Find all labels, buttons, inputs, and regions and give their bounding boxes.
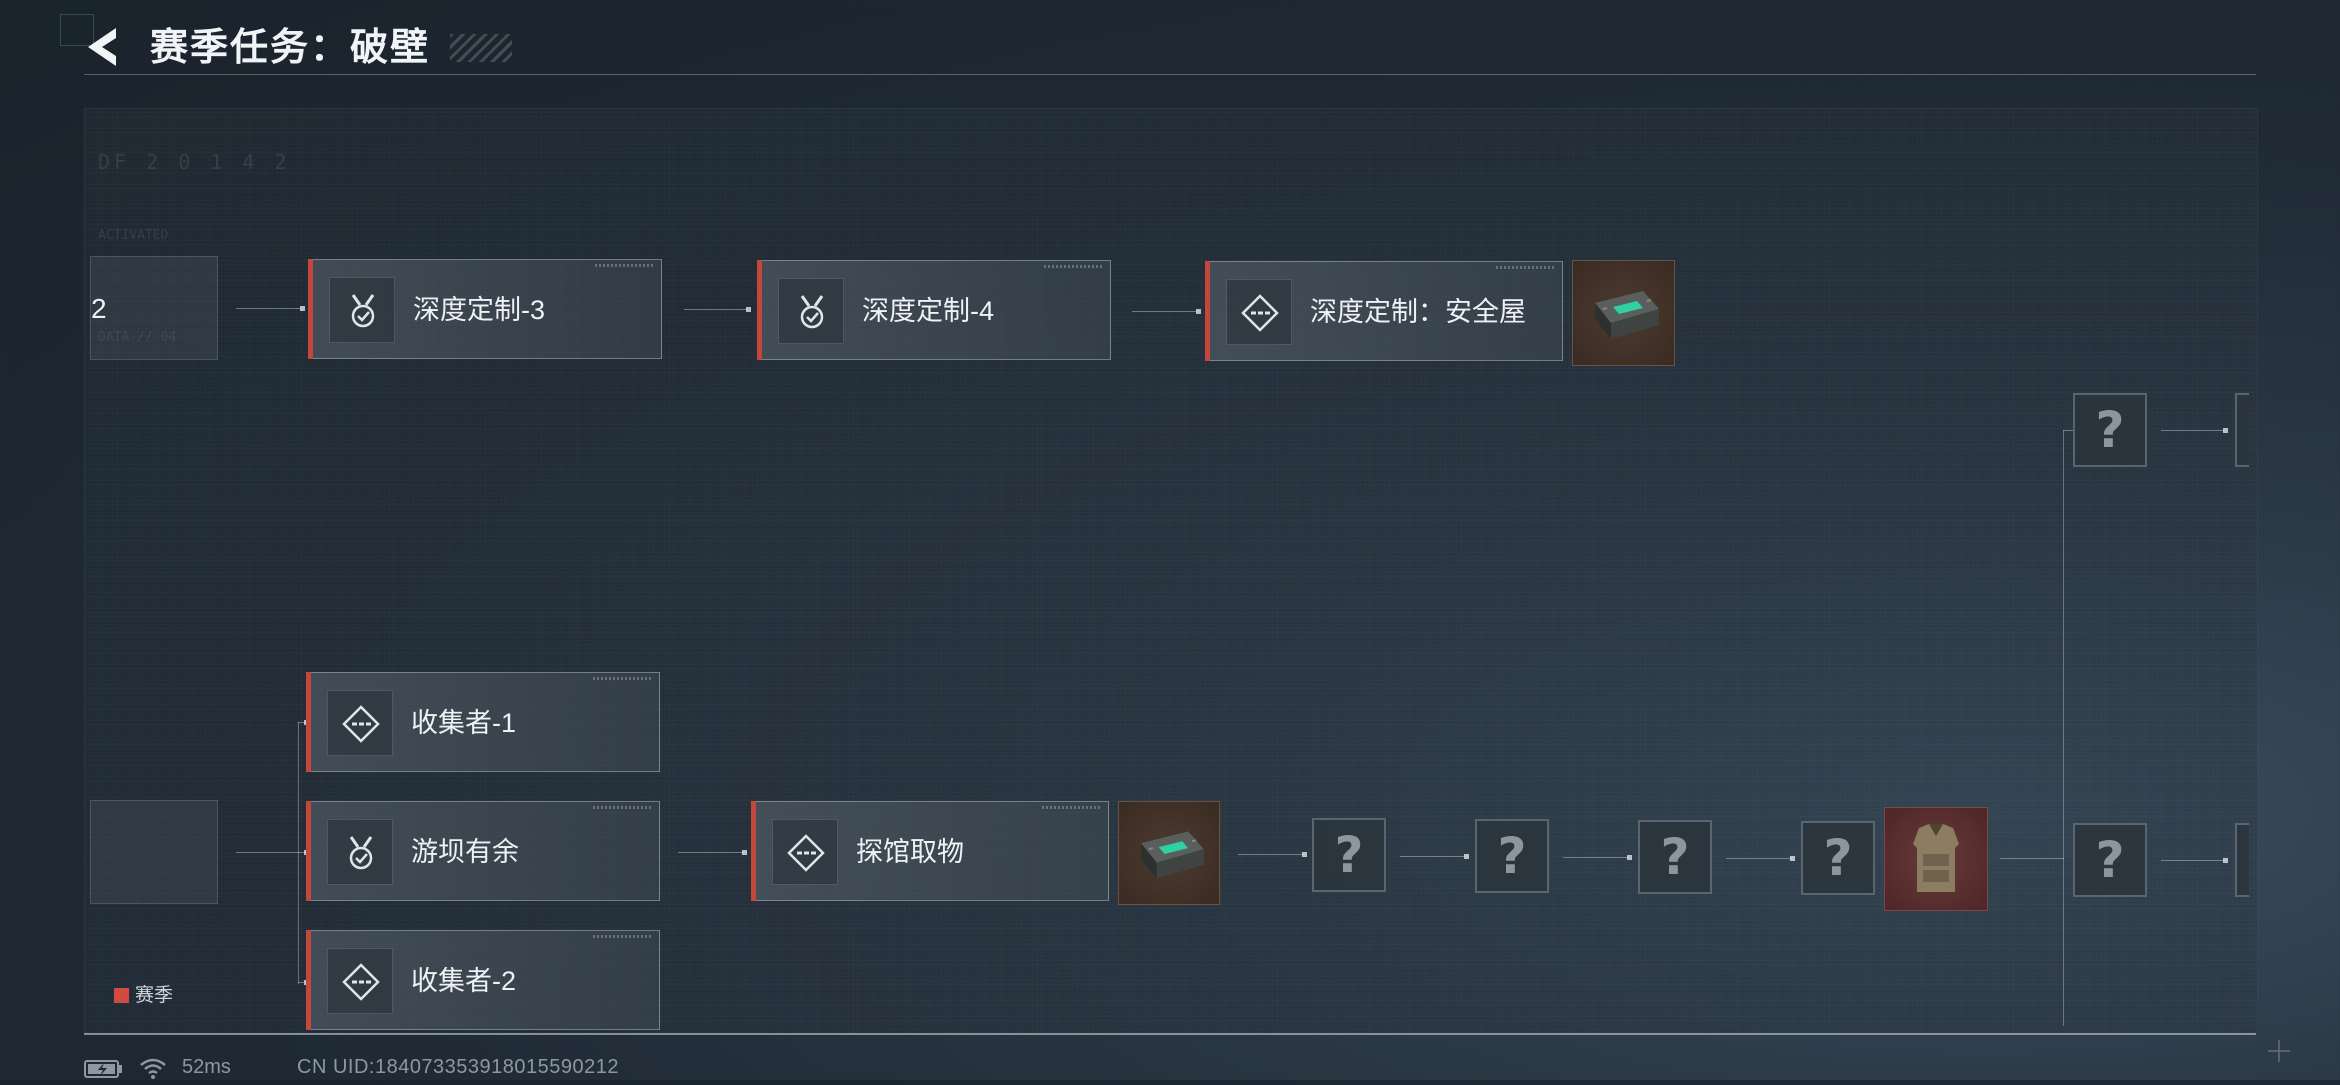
locked-task-node[interactable]: ? [2073,823,2147,897]
connector [298,850,309,855]
locked-task-node[interactable]: ? [1475,819,1549,893]
diamond-dash-icon [327,690,393,756]
offscreen-task-node[interactable] [2235,393,2249,467]
user-uid: CN UID:184073353918015590212 [297,1056,620,1078]
medal-check-icon [778,278,844,344]
task-node-deep-custom-4[interactable]: 深度定制-4 [757,260,1111,360]
connector [1726,856,1795,861]
connector [2161,858,2228,863]
connector [2000,858,2064,859]
legend: 赛季 [114,985,173,1007]
medal-check-icon [327,819,393,885]
panel-bottom-divider [84,1033,2256,1035]
diamond-dash-icon [772,819,838,885]
branch-vertical-line [2063,430,2064,1026]
task-node-deep-custom-safehouse[interactable]: 深度定制：安全屋 [1205,261,1563,361]
faded-status-text: ACTIVATED [98,228,169,243]
connector [1563,855,1632,860]
unknown-symbol: ? [1660,828,1690,886]
reward-safebox[interactable] [1118,801,1220,905]
connector [2161,428,2228,433]
safebox-case-icon [1141,831,1204,879]
season-accent-bar [306,930,311,1030]
title-stripe-decoration [450,34,512,62]
task-label: 收集者-2 [411,966,517,996]
unknown-symbol: ? [2095,831,2125,889]
diamond-dash-icon [1226,279,1292,345]
node-corner-decoration [595,264,655,267]
task-label: 收集者-1 [411,708,517,738]
season-accent-bar [1205,261,1210,361]
reward-body-armor[interactable] [1884,807,1988,911]
connector [298,980,309,985]
back-arrow-icon[interactable] [80,22,130,72]
season-accent-bar [306,801,311,901]
connector [236,306,305,311]
ping-value: 52ms [182,1056,231,1078]
reward-safebox[interactable] [1572,260,1675,366]
diamond-dash-icon [327,948,393,1014]
previous-task-node-partial[interactable] [90,800,218,904]
locked-task-node[interactable]: ? [1312,818,1386,892]
connector [236,852,298,853]
safebox-case-icon [1595,291,1659,339]
connector [1400,854,1469,859]
task-node-deep-custom-3[interactable]: 深度定制-3 [308,259,662,359]
node-corner-decoration [593,806,653,809]
task-label: 深度定制：安全屋 [1310,297,1526,327]
task-node-collector-1[interactable]: 收集者-1 [306,672,660,772]
header-divider [84,74,2256,75]
wifi-icon [138,1056,168,1085]
locked-task-node[interactable]: ? [2073,393,2147,467]
season-accent-bar [306,672,311,772]
season-accent-bar [308,259,313,359]
node-corner-decoration [593,935,653,938]
connector [684,307,751,312]
offscreen-task-node[interactable] [2235,823,2249,897]
legend-label: 赛季 [135,985,174,1006]
node-corner-decoration [1042,806,1102,809]
task-node-collector-2[interactable]: 收集者-2 [306,930,660,1030]
faded-code-text: DF 2 0 1 4 2 [98,150,291,174]
partial-node-label: 2 [91,293,107,324]
connector [678,850,747,855]
page-title: 赛季任务：破壁 [150,27,431,69]
node-corner-decoration [1044,265,1104,268]
unknown-symbol: ? [1334,826,1364,884]
connector [2063,430,2073,431]
task-label: 探馆取物 [856,837,964,867]
unknown-symbol: ? [2095,401,2125,459]
medal-check-icon [329,277,395,343]
locked-task-node[interactable]: ? [1638,820,1712,894]
task-label: 游坝有余 [411,837,519,867]
task-label: 深度定制-3 [413,295,546,325]
season-accent-bar [757,260,762,360]
node-corner-decoration [593,677,653,680]
crosshair-decoration [2264,1036,2294,1066]
task-node-dam-surplus[interactable]: 游坝有余 [306,801,660,901]
unknown-symbol: ? [1823,829,1853,887]
branch-vertical-line [298,722,299,984]
season-accent-bar [751,801,756,901]
body-armor-icon [1913,824,1959,892]
season-color-swatch [114,988,129,1004]
task-node-explore-retrieve[interactable]: 探馆取物 [751,801,1109,901]
connector [1132,309,1201,314]
connector [298,720,309,725]
unknown-symbol: ? [1497,827,1527,885]
connector [1238,852,1307,857]
previous-task-node-partial[interactable]: 2 [90,256,218,360]
task-label: 深度定制-4 [862,296,995,326]
locked-task-node[interactable]: ? [1801,821,1875,895]
